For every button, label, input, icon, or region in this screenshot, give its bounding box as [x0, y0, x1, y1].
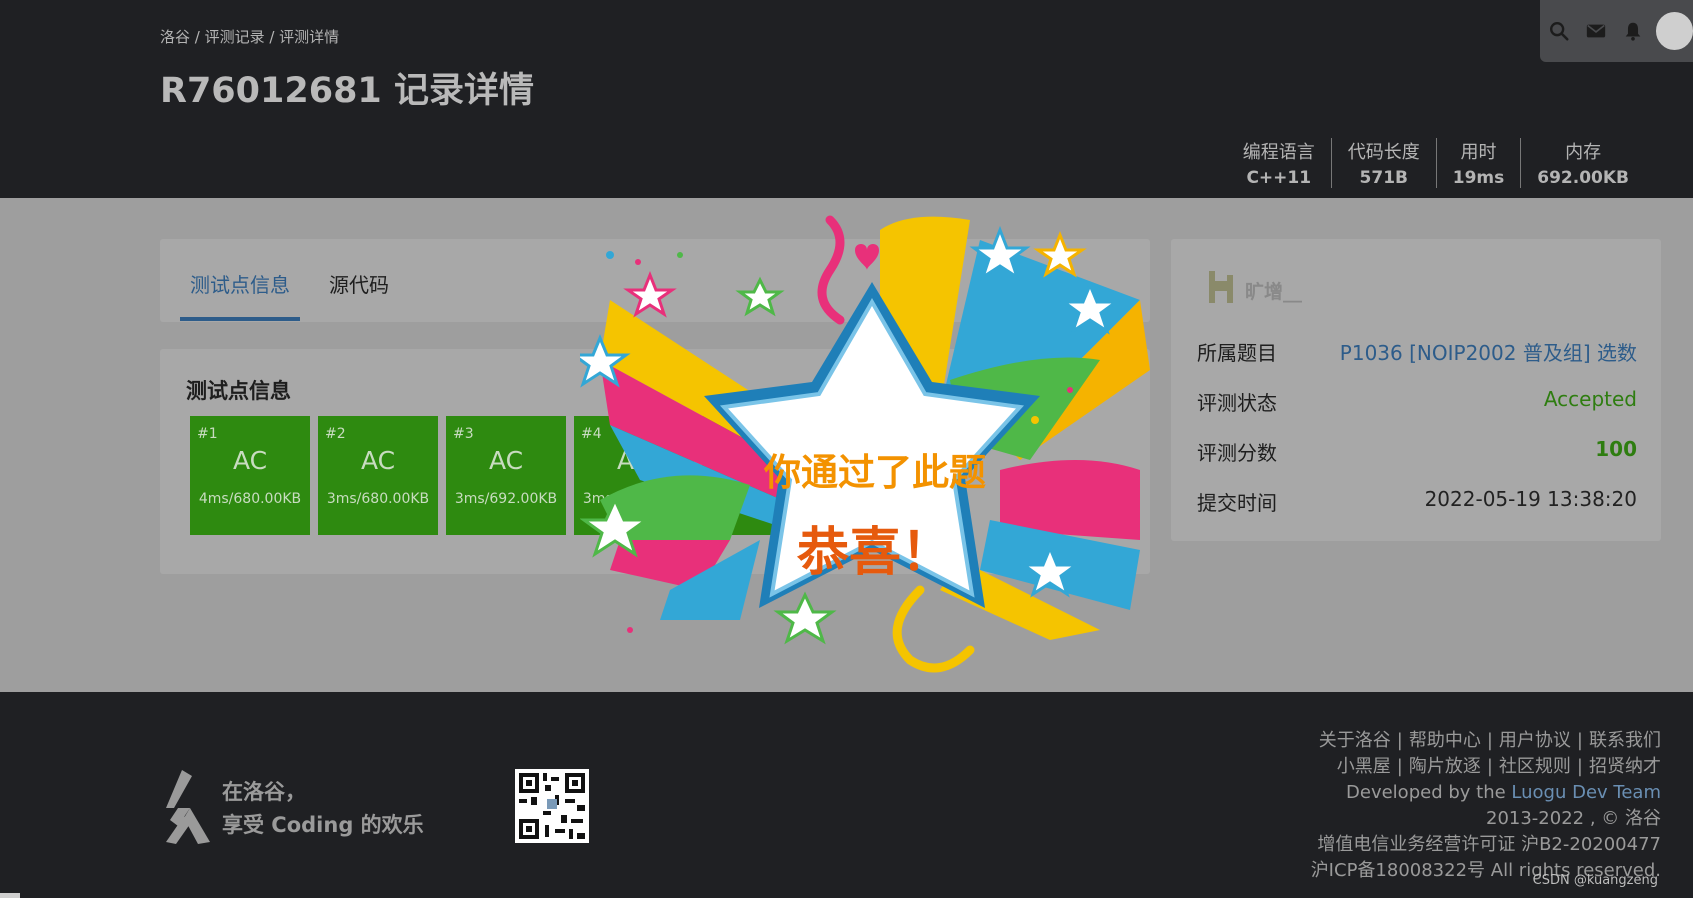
celebration-message: 你通过了此题: [764, 451, 986, 494]
search-icon[interactable]: [1540, 20, 1577, 42]
meta-value: 19ms: [1452, 168, 1505, 188]
testcase-id: #2: [325, 426, 346, 442]
meta-label: 代码长度: [1347, 142, 1420, 163]
footer-links-row-1: 关于洛谷 | 帮助中心 | 用户协议 | 联系我们: [1318, 730, 1661, 751]
score-value: 100: [1595, 437, 1637, 461]
tab-source-code[interactable]: 源代码: [329, 269, 389, 298]
info-label: 评测分数: [1197, 441, 1277, 465]
meta-label: 编程语言: [1242, 142, 1315, 163]
page-title: R76012681 记录详情: [160, 71, 534, 111]
meta-value: 692.00KB: [1537, 168, 1629, 188]
footer-link-blacklist[interactable]: 小黑屋: [1337, 756, 1391, 777]
celebration-overlay[interactable]: 你通过了此题 恭喜！: [569, 210, 1170, 685]
bell-icon[interactable]: [1615, 20, 1652, 42]
footer-slogan: 在洛谷， 享受 Coding 的欢乐: [222, 776, 424, 842]
page-header: 洛谷 / 评测记录 / 评测详情 R76012681 记录详情 编程语言 C++…: [0, 0, 1693, 198]
mail-icon[interactable]: [1577, 20, 1614, 42]
footer-links: 关于洛谷 | 帮助中心 | 用户协议 | 联系我们 小黑屋 | 陶片放逐 | 社区规则 | 招贤纳才 D…: [1311, 728, 1661, 884]
footer-link-rules[interactable]: 社区规则: [1499, 756, 1571, 777]
avatar[interactable]: [1655, 12, 1693, 50]
page-footer: 在洛谷， 享受 Coding 的欢乐 关于洛谷 | 帮助中心 | 用户协议 | 联系我们 小…: [0, 692, 1693, 898]
meta-code-length: 代码长度 571B: [1330, 138, 1436, 188]
submit-time-value: 2022-05-19 13:38:20: [1424, 487, 1637, 511]
footer-developer: Developed by the Luogu Dev Team: [1311, 780, 1661, 806]
scrollbar-thumb[interactable]: [0, 893, 20, 898]
meta-value: C++11: [1246, 168, 1312, 188]
luogu-logo-icon: [166, 770, 210, 844]
info-label: 所属题目: [1197, 341, 1277, 365]
meta-value: 571B: [1359, 168, 1408, 188]
meta-memory: 内存 692.00KB: [1520, 138, 1645, 188]
footer-links-row-2: 小黑屋 | 陶片放逐 | 社区规则 | 招贤纳才: [1336, 756, 1661, 777]
testcase-1[interactable]: #1 AC 4ms/680.00KB: [190, 416, 310, 535]
testcase-status: AC: [232, 446, 268, 475]
testcase-title: 测试点信息: [186, 379, 291, 403]
csdn-watermark: CSDN @kuangzeng: [1532, 873, 1658, 888]
footer-link-help[interactable]: 帮助中心: [1409, 730, 1481, 751]
record-meta: 编程语言 C++11 代码长度 571B 用时 19ms 内存 692.00KB: [1227, 138, 1645, 188]
footer-copyright: 2013-2022 , © 洛谷: [1486, 808, 1661, 829]
testcase-detail: 3ms/680.00KB: [326, 491, 430, 507]
dev-team-link[interactable]: Luogu Dev Team: [1511, 782, 1661, 803]
dev-prefix: Developed by the: [1346, 782, 1506, 803]
testcase-status: AC: [360, 446, 396, 475]
footer-link-ostracism[interactable]: 陶片放逐: [1409, 756, 1481, 777]
problem-link[interactable]: P1036 [NOIP2002 普及组] 选数: [1340, 337, 1637, 366]
testcase-3[interactable]: #3 AC 3ms/692.00KB: [446, 416, 566, 535]
topbar-tools: [1540, 0, 1693, 62]
testcase-detail: 3ms/692.00KB: [454, 491, 558, 507]
tab-testcase-info[interactable]: 测试点信息: [190, 269, 290, 298]
qr-code-icon: [515, 769, 589, 843]
breadcrumb[interactable]: 洛谷 / 评测记录 / 评测详情: [160, 26, 339, 47]
info-label: 提交时间: [1197, 491, 1277, 515]
slogan-line-2: 享受 Coding 的欢乐: [222, 813, 424, 837]
footer-link-terms[interactable]: 用户协议: [1499, 730, 1571, 751]
celebration-congrats: 恭喜！: [796, 523, 953, 583]
slogan-line-1: 在洛谷，: [222, 780, 306, 804]
footer-link-contact[interactable]: 联系我们: [1589, 730, 1661, 751]
meta-label: 内存: [1565, 142, 1602, 163]
footer-license[interactable]: 增值电信业务经营许可证 沪B2-20200477: [1311, 832, 1661, 858]
testcase-status: AC: [488, 446, 524, 475]
testcase-2[interactable]: #2 AC 3ms/680.00KB: [318, 416, 438, 535]
user-name[interactable]: 旷增__: [1245, 277, 1302, 304]
footer-link-about[interactable]: 关于洛谷: [1319, 730, 1391, 751]
footer-link-jobs[interactable]: 招贤纳才: [1589, 756, 1661, 777]
info-label: 评测状态: [1197, 391, 1277, 415]
testcase-id: #3: [453, 426, 474, 442]
meta-label: 用时: [1460, 142, 1497, 163]
meta-time: 用时 19ms: [1435, 138, 1521, 188]
record-info-card: 旷增__ 所属题目 P1036 [NOIP2002 普及组] 选数 评测状态 A…: [1171, 239, 1661, 541]
status-value: Accepted: [1543, 387, 1637, 411]
meta-language: 编程语言 C++11: [1227, 138, 1331, 188]
testcase-id: #1: [197, 426, 218, 442]
user-avatar-icon: [1209, 271, 1233, 303]
active-tab-indicator: [180, 317, 300, 321]
testcase-detail: 4ms/680.00KB: [198, 491, 302, 507]
